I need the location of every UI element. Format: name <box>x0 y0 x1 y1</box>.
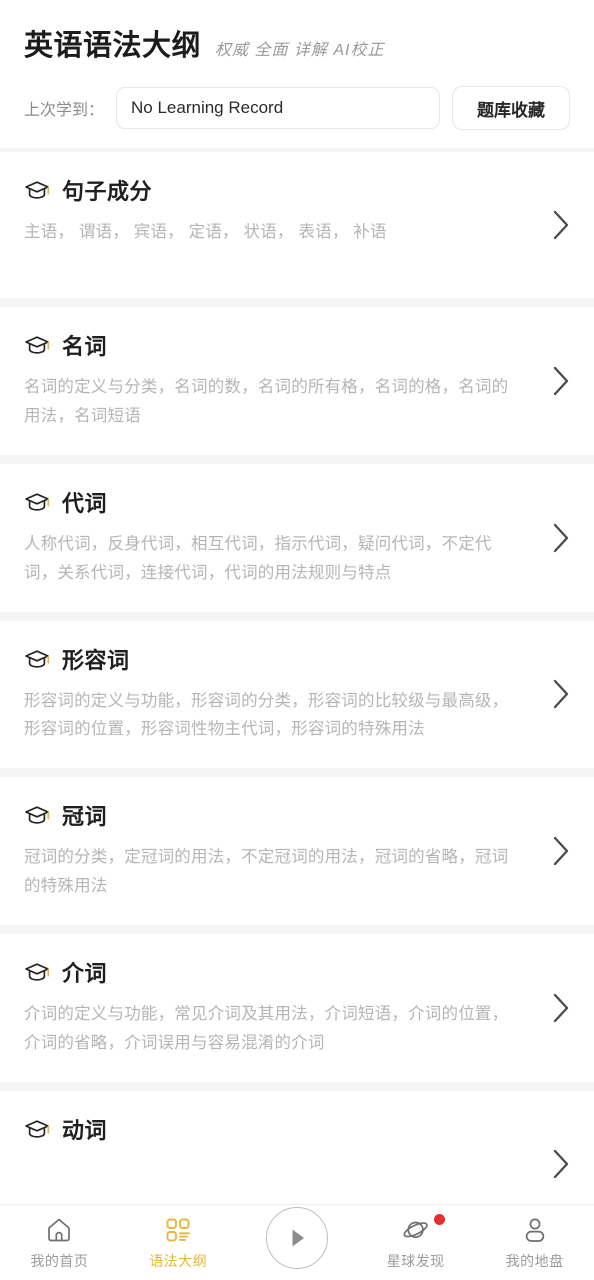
graduation-cap-icon <box>25 336 50 354</box>
topic-card-head: 冠词 <box>24 799 570 831</box>
grid-outline-icon <box>166 1218 191 1242</box>
chevron-right-icon[interactable] <box>550 834 572 868</box>
graduation-cap-icon <box>25 493 50 511</box>
topic-card-head: 句子成分 <box>24 174 570 206</box>
graduation-cap-icon <box>25 963 50 981</box>
tab-play[interactable] <box>238 1205 357 1269</box>
last-learned-input[interactable]: No Learning Record <box>116 87 440 129</box>
topic-card[interactable]: 句子成分主语， 谓语， 宾语， 定语， 状语， 表语， 补语 <box>0 152 594 298</box>
topic-title: 代词 <box>62 490 108 516</box>
tab-grid-outline[interactable]: 语法大纲 <box>119 1205 238 1271</box>
tab-icon-wrap <box>45 1216 73 1244</box>
home-icon <box>48 1218 71 1242</box>
tab-icon-wrap <box>521 1216 549 1244</box>
topic-description: 形容词的定义与功能，形容词的分类，形容词的比较级与最高级，形容词的位置，形容词性… <box>24 691 509 739</box>
chevron-right-icon[interactable] <box>550 677 572 711</box>
topic-card-head: 动词 <box>24 1113 570 1145</box>
topic-title: 名词 <box>62 334 108 359</box>
page-title: 英语语法大纲 <box>24 30 202 62</box>
play-button[interactable] <box>265 1207 328 1269</box>
topic-description: 冠词的分类，定冠词的用法，不定冠词的用法，冠词的省略，冠词的特殊用法 <box>24 848 509 896</box>
graduation-cap-icon <box>25 181 50 199</box>
chevron-right-icon[interactable] <box>550 364 572 398</box>
page-header: 英语语法大纲 权威 全面 详解 AI校正 上次学到： No Learning R… <box>0 0 594 148</box>
page-subtitle: 权威 全面 详解 AI校正 <box>215 42 385 59</box>
favorites-button[interactable]: 题库收藏 <box>452 86 570 130</box>
topic-card[interactable]: 形容词形容词的定义与功能，形容词的分类，形容词的比较级与最高级，形容词的位置，形… <box>0 620 594 769</box>
tab-planet[interactable]: 星球发现 <box>356 1205 475 1271</box>
tab-label: 我的地盘 <box>505 1253 564 1269</box>
play-icon <box>292 1229 304 1247</box>
graduation-cap-icon <box>25 649 50 668</box>
topic-title: 句子成分 <box>62 179 153 204</box>
topic-description: 主语， 谓语， 宾语， 定语， 状语， 表语， 补语 <box>24 223 387 241</box>
last-learned-row: 上次学到： No Learning Record 题库收藏 <box>24 86 570 130</box>
topic-title: 介词 <box>62 961 108 986</box>
topic-card[interactable]: 冠词冠词的分类，定冠词的用法，不定冠词的用法，冠词的省略，冠词的特殊用法 <box>0 777 594 925</box>
topic-title: 动词 <box>62 1117 108 1143</box>
tab-label: 星球发现 <box>386 1253 445 1269</box>
chevron-right-icon[interactable] <box>550 208 572 242</box>
topic-description: 名词的定义与分类，名词的数，名词的所有格，名词的格，名词的用法，名词短语 <box>24 378 509 425</box>
topic-title: 冠词 <box>62 804 108 830</box>
topic-card-head: 形容词 <box>24 643 570 675</box>
app-root: 英语语法大纲 权威 全面 详解 AI校正 上次学到： No Learning R… <box>0 0 594 1280</box>
topic-card[interactable]: 名词名词的定义与分类，名词的数，名词的所有格，名词的格，名词的用法，名词短语 <box>0 307 594 455</box>
chevron-right-icon[interactable] <box>550 1147 572 1181</box>
planet-icon <box>403 1221 428 1238</box>
topic-card-head: 代词 <box>24 486 570 518</box>
tab-label: 语法大纲 <box>149 1253 208 1269</box>
chevron-right-icon[interactable] <box>550 991 572 1025</box>
chevron-right-icon[interactable] <box>550 521 572 555</box>
graduation-cap-icon <box>25 806 50 824</box>
topic-card[interactable]: 代词人称代词，反身代词，相互代词，指示代词，疑问代词，不定代词，关系代词，连接代… <box>0 463 594 612</box>
tab-person[interactable]: 我的地盘 <box>475 1205 594 1271</box>
last-learned-label: 上次学到： <box>24 102 105 119</box>
topic-card[interactable]: 介词介词的定义与功能，常见介词及其用法，介词短语，介词的位置，介词的省略，介词误… <box>0 934 594 1082</box>
tab-label: 我的首页 <box>30 1253 89 1269</box>
topic-title: 形容词 <box>62 647 130 673</box>
notification-badge <box>433 1214 445 1225</box>
person-icon <box>525 1218 544 1242</box>
topic-card-head: 介词 <box>24 956 570 988</box>
tab-icon-wrap <box>402 1214 445 1244</box>
tab-home[interactable]: 我的首页 <box>0 1205 119 1271</box>
topic-card[interactable]: 动词 <box>0 1090 594 1204</box>
topic-card-head: 名词 <box>24 329 570 361</box>
title-row: 英语语法大纲 权威 全面 详解 AI校正 <box>24 22 570 64</box>
topic-description: 人称代词，反身代词，相互代词，指示代词，疑问代词，不定代词，关系代词，连接代词，… <box>24 534 492 582</box>
tab-icon-wrap <box>164 1216 192 1244</box>
topic-description: 介词的定义与功能，常见介词及其用法，介词短语，介词的位置，介词的省略，介词误用与… <box>24 1005 509 1052</box>
graduation-cap-icon <box>25 1120 50 1138</box>
grammar-topic-list[interactable]: 句子成分主语， 谓语， 宾语， 定语， 状语， 表语， 补语名词名词的定义与分类… <box>0 152 594 1204</box>
bottom-tabbar: 我的首页 语法大纲 星球发现 我的地盘 <box>0 1204 594 1280</box>
